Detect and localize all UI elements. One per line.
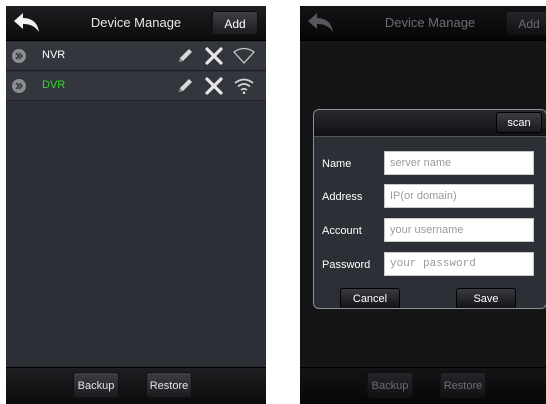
bottom-bar: Backup Restore (6, 367, 266, 404)
device-name: DVR (42, 79, 66, 91)
pencil-icon[interactable] (176, 47, 196, 65)
add-device-button: Add (506, 11, 546, 35)
backup-button: Backup (367, 372, 413, 398)
delete-x-icon[interactable] (204, 77, 224, 95)
chevron-right-icon[interactable] (12, 49, 26, 63)
top-bar: Device Manage Add (300, 6, 546, 41)
save-button[interactable]: Save (456, 288, 516, 308)
wifi-icon (234, 78, 254, 95)
device-row-nvr[interactable]: NVR (6, 42, 266, 71)
top-bar: Device Manage Add (6, 6, 266, 41)
add-device-dialog: scan Name Address Account Password Cance… (313, 109, 546, 309)
account-label: Account (322, 225, 362, 237)
backup-button[interactable]: Backup (73, 372, 119, 398)
cancel-button[interactable]: Cancel (340, 288, 400, 308)
wifi-icon (233, 47, 255, 64)
add-device-button[interactable]: Add (212, 11, 258, 35)
restore-button[interactable]: Restore (146, 372, 192, 398)
device-name: NVR (42, 49, 66, 61)
add-device-screen: Device Manage Add scan Name Address Acco… (300, 6, 546, 404)
name-label: Name (322, 158, 352, 170)
password-field[interactable] (384, 252, 534, 276)
bottom-bar: Backup Restore (300, 367, 546, 404)
address-label: Address (322, 191, 363, 203)
device-row-dvr[interactable]: DVR (6, 72, 266, 101)
restore-button: Restore (440, 372, 486, 398)
address-field[interactable] (384, 184, 534, 208)
device-list-screen: Device Manage Add NVR DVR Backup Restore (6, 6, 266, 404)
pencil-icon[interactable] (176, 77, 196, 95)
dialog-header: scan (314, 110, 546, 137)
delete-x-icon[interactable] (204, 47, 224, 65)
scan-button[interactable]: scan (496, 112, 542, 133)
password-label: Password (322, 259, 371, 271)
chevron-right-icon[interactable] (12, 79, 26, 93)
account-field[interactable] (384, 218, 534, 242)
name-field[interactable] (384, 151, 534, 175)
